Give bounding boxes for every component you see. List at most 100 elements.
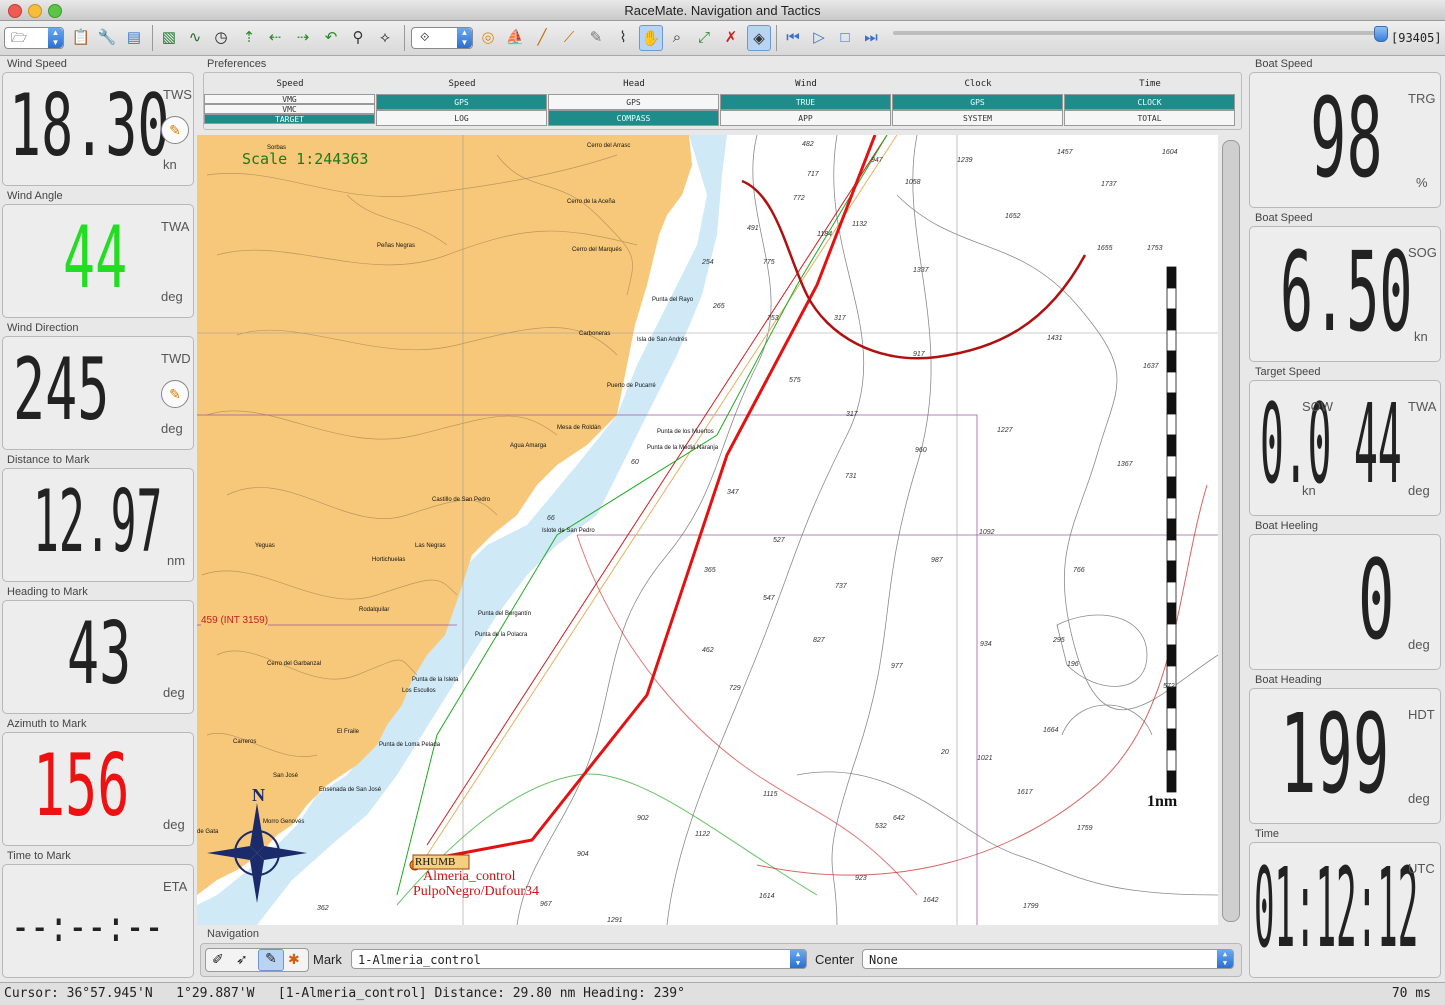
preferences-label: Preferences: [207, 58, 267, 70]
pref-option-system[interactable]: SYSTEM: [892, 110, 1063, 126]
undo-icon[interactable]: ↶: [320, 25, 342, 49]
depth-sounding: 20: [941, 749, 949, 756]
wind-direction-label: Wind Direction: [7, 322, 79, 334]
boat-icon[interactable]: ⛵: [504, 25, 526, 49]
scale-bar-segment: [1166, 434, 1177, 457]
pref-option-log[interactable]: LOG: [376, 110, 547, 126]
depth-sounding: 772: [793, 195, 805, 202]
depth-sounding: 766: [1073, 567, 1085, 574]
playback-slider[interactable]: [893, 31, 1385, 35]
boat-speed-trg-panel: 98 TRG %: [1249, 72, 1441, 208]
nav-pointer-icon[interactable]: ➶: [236, 951, 248, 968]
depth-sounding: 1184: [817, 231, 833, 238]
pref-option-vmc[interactable]: VMC: [204, 104, 375, 114]
boat-label[interactable]: PulpoNegro/Dufour34: [413, 884, 539, 900]
stop-icon[interactable]: □: [834, 25, 856, 49]
boat-heading-panel: 199 HDT deg: [1249, 688, 1441, 824]
chart-vertical-scrollbar[interactable]: [1222, 140, 1240, 922]
target-speed-panel: 0.0 SOW kn 44 TWA deg: [1249, 380, 1441, 516]
track-icon[interactable]: ∿: [184, 25, 206, 49]
scale-bar-segment: [1166, 392, 1177, 415]
pref-option-gps[interactable]: GPS: [892, 94, 1063, 110]
measure-icon[interactable]: ╱: [531, 25, 553, 49]
heading-to-mark-panel: 43 deg: [2, 600, 194, 714]
layer-icon[interactable]: ◈: [747, 25, 771, 51]
pref-option-clock[interactable]: CLOCK: [1064, 94, 1235, 110]
boat-speed-sog-unit: kn: [1414, 329, 1428, 344]
delete-icon[interactable]: ✗: [720, 25, 742, 49]
boat-speed-trg-label: Boat Speed: [1255, 58, 1313, 70]
boat-heading-value: 199: [1280, 690, 1390, 818]
arrow-left-icon[interactable]: ⇠: [264, 25, 286, 49]
nav-mark-icon[interactable]: ✱: [288, 951, 300, 968]
zoom-icon[interactable]: ⌕: [666, 25, 688, 49]
distance-to-mark-value: 12.97: [33, 472, 163, 572]
target-twa-tag: TWA: [1408, 399, 1437, 414]
route-edit-icon[interactable]: ⟡: [374, 25, 396, 49]
wrench-icon[interactable]: 🔧: [96, 25, 118, 49]
pref-header-clock: Clock: [964, 79, 992, 89]
time-panel: 01:12:12 UTC: [1249, 842, 1441, 978]
pref-option-total[interactable]: TOTAL: [1064, 110, 1235, 126]
depth-sounding: 947: [871, 157, 883, 164]
mode-select-combo[interactable]: ⟐ ▲ ▼: [411, 27, 473, 49]
depth-sounding: 960: [915, 447, 927, 454]
arrow-right-icon[interactable]: ⇢: [292, 25, 314, 49]
depth-sounding: 532: [875, 823, 887, 830]
mark-label[interactable]: Almeria_control: [423, 869, 516, 885]
depth-sounding: 1457: [1057, 149, 1073, 156]
place-name: de Gata: [197, 829, 219, 835]
distance-to-mark-panel: 12.97 nm: [2, 468, 194, 582]
depth-sounding: 196: [1067, 661, 1079, 668]
pref-option-target[interactable]: TARGET: [204, 114, 375, 124]
depth-sounding: 1604: [1162, 149, 1178, 156]
pref-header-speed: Speed: [276, 79, 304, 89]
mark-select[interactable]: 1-Almeria_control ▲ ▼: [351, 949, 807, 969]
pencil-icon[interactable]: ✎: [585, 25, 607, 49]
draw-icon[interactable]: ⌇: [612, 25, 634, 49]
chart-canvas[interactable]: [197, 135, 1218, 925]
clock-icon[interactable]: ◷: [210, 25, 232, 49]
nautical-chart[interactable]: Scale 1:244363 1nm RHUMB Almeria_control…: [197, 135, 1218, 925]
depth-sounding: 902: [637, 815, 649, 822]
place-name: Punta del Rayo: [652, 297, 694, 303]
scale-bar-segment: [1166, 581, 1177, 604]
place-name: Rodalquilar: [359, 607, 390, 613]
file-menu-combo[interactable]: 🗁 ▲ ▼: [4, 27, 64, 49]
edit-wind-direction-button[interactable]: ✎: [161, 380, 189, 408]
scale-bar-segment: [1166, 644, 1177, 667]
pref-option-gps[interactable]: GPS: [376, 94, 547, 110]
play-icon[interactable]: ▷: [808, 25, 830, 49]
clipboard-icon[interactable]: 📋: [70, 25, 92, 49]
depth-sounding: 1021: [977, 755, 993, 762]
edit-wind-speed-button[interactable]: ✎: [161, 116, 189, 144]
fast-forward-icon[interactable]: ⏭: [860, 25, 882, 49]
route-icon[interactable]: ⚲: [347, 25, 369, 49]
depth-sounding: 1092: [979, 529, 995, 536]
scale-bar-segment: [1166, 686, 1177, 709]
ruler-icon[interactable]: ⟋: [558, 25, 580, 49]
pref-option-true[interactable]: TRUE: [720, 94, 891, 110]
pref-option-vmg[interactable]: VMG: [204, 94, 375, 104]
chart-icon[interactable]: ▧: [158, 25, 180, 49]
compass-north-label: N: [252, 785, 265, 805]
pref-option-app[interactable]: APP: [720, 110, 891, 126]
nav-active-tool-icon[interactable]: ✎: [258, 949, 284, 971]
database-icon[interactable]: ▤: [123, 25, 145, 49]
waypoint-icon[interactable]: ⇡: [238, 25, 260, 49]
nav-tool-group: ✐ ➶ ✎ ✱: [205, 948, 309, 972]
fit-icon[interactable]: ⤢: [693, 25, 715, 49]
place-name: Sorbas: [267, 145, 287, 151]
rewind-icon[interactable]: ⏮: [782, 25, 804, 49]
scale-bar-segment: [1166, 266, 1177, 289]
nav-pencil-icon[interactable]: ✐: [212, 951, 224, 968]
depth-sounding: 1753: [1147, 245, 1163, 252]
pref-option-gps[interactable]: GPS: [548, 94, 719, 110]
place-name: Agua Amarga: [510, 443, 547, 449]
center-select[interactable]: None ▲ ▼: [862, 949, 1234, 969]
hand-icon[interactable]: ✋: [639, 25, 663, 51]
pref-option-compass[interactable]: COMPASS: [548, 110, 719, 126]
tws-tag: TWS: [163, 87, 192, 102]
target-icon[interactable]: ◎: [477, 25, 499, 49]
playback-slider-knob[interactable]: [1374, 26, 1389, 42]
